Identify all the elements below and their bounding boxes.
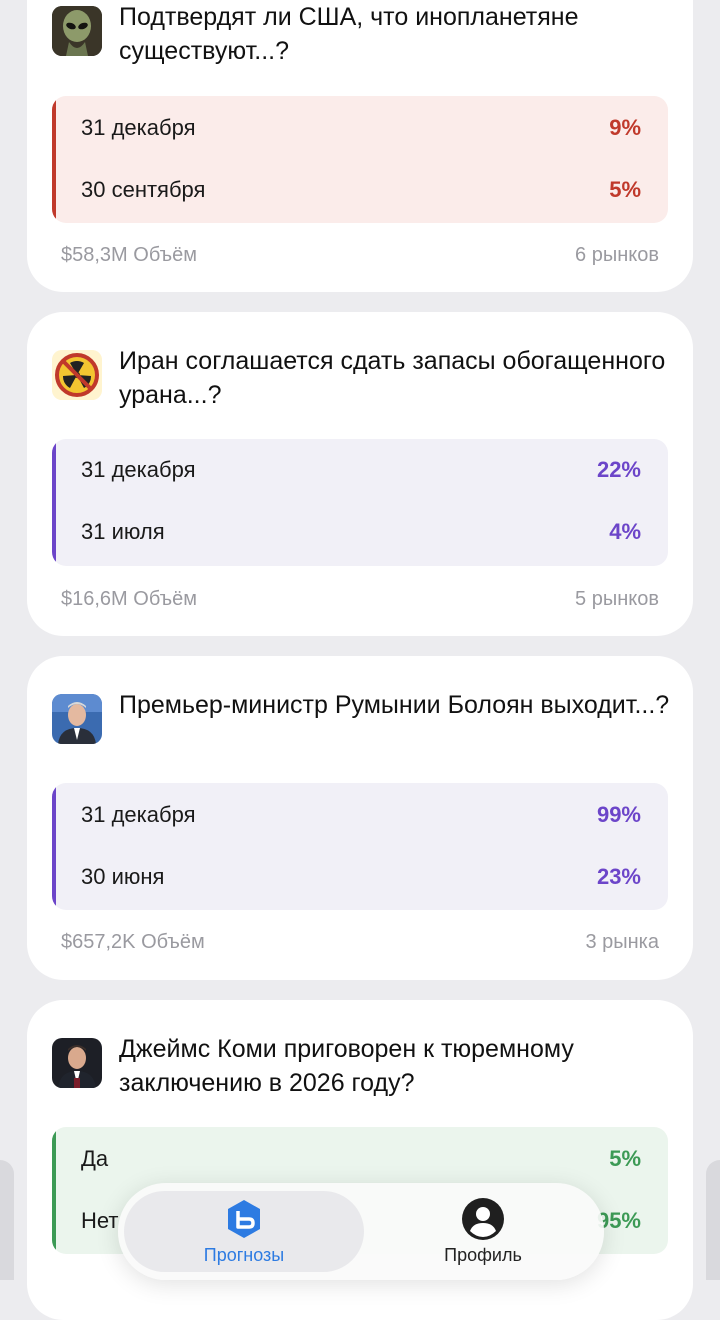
volume-text: $16,6M Объём: [61, 587, 197, 610]
nav-label: Профиль: [444, 1245, 522, 1265]
option-label: Нет: [81, 1208, 119, 1233]
screen-edge: [706, 1160, 720, 1280]
markets-count: 6 рынков: [575, 243, 659, 266]
option-percent: 22%: [596, 457, 641, 482]
option-row[interactable]: 31 декабря 9%: [81, 113, 641, 143]
option-label: 31 декабря: [81, 802, 196, 827]
option-row[interactable]: 30 сентября 5%: [81, 175, 641, 205]
markets-count: 3 рынка: [585, 930, 659, 953]
option-percent: 99%: [596, 802, 641, 827]
market-title[interactable]: Иран соглашается сдать запасы обогащенно…: [119, 344, 683, 412]
market-footer: $58,3M Объём 6 рынков: [61, 242, 659, 268]
option-row[interactable]: 31 декабря 99%: [81, 800, 641, 830]
option-row[interactable]: Да 5%: [81, 1144, 641, 1174]
option-label: Да: [81, 1146, 109, 1171]
accent-bar: [52, 783, 56, 910]
accent-bar: [52, 439, 56, 566]
accent-bar: [52, 1127, 56, 1254]
accent-bar: [52, 96, 56, 223]
market-title[interactable]: Джеймс Коми приговорен к тюремному заклю…: [119, 1032, 683, 1100]
option-row[interactable]: 30 июня 23%: [81, 862, 641, 892]
option-percent: 5%: [609, 1146, 641, 1171]
market-feed: Подтвердят ли США, что инопланетяне суще…: [0, 0, 720, 1320]
nav-item-profile[interactable]: Профиль: [368, 1183, 598, 1280]
option-label: 31 июля: [81, 519, 165, 544]
market-footer: $657,2K Объём 3 рынка: [61, 929, 659, 955]
bottom-nav: Прогнозы Профиль: [118, 1183, 604, 1280]
option-percent: 4%: [609, 519, 641, 544]
market-footer: $16,6M Объём 5 рынков: [61, 586, 659, 612]
profile-icon: [462, 1198, 504, 1240]
person-photo-icon: [52, 1038, 102, 1088]
markets-count: 5 рынков: [575, 587, 659, 610]
nav-label: Прогнозы: [203, 1245, 285, 1265]
option-label: 31 декабря: [81, 457, 196, 482]
option-percent: 9%: [609, 115, 641, 140]
nav-item-forecasts[interactable]: Прогнозы: [124, 1191, 364, 1272]
market-card[interactable]: Премьер-министр Румынии Болоян выходит..…: [27, 656, 693, 980]
option-row[interactable]: 31 декабря 22%: [81, 455, 641, 485]
option-percent: 5%: [609, 177, 641, 202]
forecast-icon: [228, 1200, 260, 1238]
no-radiation-icon: [52, 350, 102, 400]
option-label: 31 декабря: [81, 115, 196, 140]
market-options: 31 декабря 22% 31 июля 4%: [52, 439, 668, 566]
volume-text: $58,3M Объём: [61, 243, 197, 266]
option-row[interactable]: 31 июля 4%: [81, 517, 641, 547]
market-title[interactable]: Подтвердят ли США, что инопланетяне суще…: [119, 0, 683, 68]
market-options: 31 декабря 99% 30 июня 23%: [52, 783, 668, 910]
volume-text: $657,2K Объём: [61, 930, 205, 953]
option-percent: 23%: [596, 864, 641, 889]
screen-edge: [0, 1160, 14, 1280]
option-label: 30 сентября: [81, 177, 206, 202]
person-photo-icon: [52, 694, 102, 744]
alien-icon: [52, 6, 102, 56]
market-title[interactable]: Премьер-министр Румынии Болоян выходит..…: [119, 688, 683, 722]
option-label: 30 июня: [81, 864, 165, 889]
market-card[interactable]: Иран соглашается сдать запасы обогащенно…: [27, 312, 693, 636]
market-options: 31 декабря 9% 30 сентября 5%: [52, 96, 668, 223]
market-card[interactable]: Подтвердят ли США, что инопланетяне суще…: [27, 0, 693, 292]
